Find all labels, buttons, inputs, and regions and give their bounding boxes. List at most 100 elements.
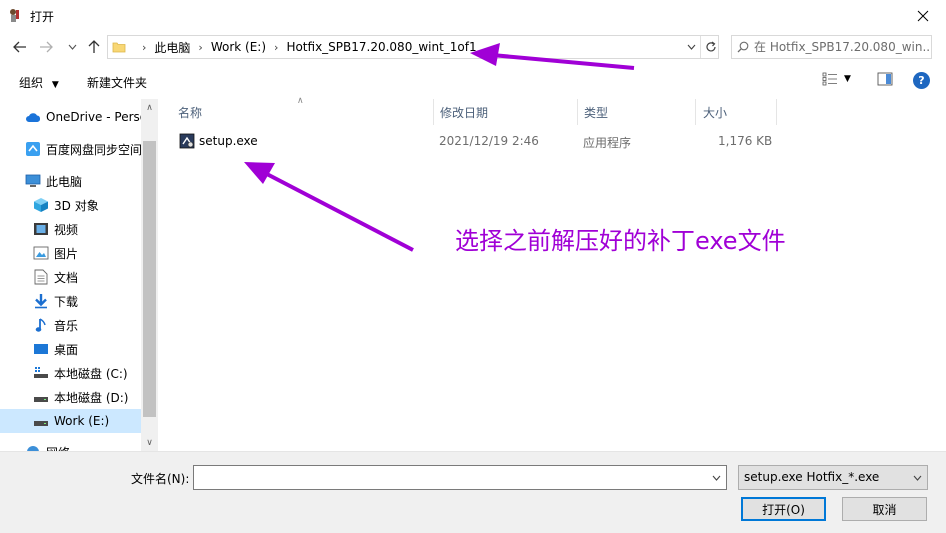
app-icon — [10, 9, 19, 22]
filename-combobox[interactable] — [193, 465, 727, 490]
setup-exe-icon — [179, 133, 195, 149]
breadcrumb-hotfix-folder[interactable]: Hotfix_SPB17.20.080_wint_1of1 — [286, 40, 476, 54]
back-button[interactable] — [10, 37, 30, 57]
drive-icon — [33, 389, 49, 405]
cancel-button[interactable]: 取消 — [842, 497, 927, 521]
file-type: 应用程序 — [583, 136, 632, 150]
address-history-button[interactable] — [682, 36, 700, 58]
cloud-icon — [25, 109, 41, 125]
sidebar-item-3d-objects[interactable]: 3D 对象 — [0, 193, 141, 217]
up-button[interactable] — [84, 37, 104, 57]
sidebar-item-documents[interactable]: 文档 — [0, 265, 141, 289]
navigation-bar: › 此电脑 › Work (E:) › Hotfix_SPB17.20.080_… — [0, 31, 946, 63]
chevron-down-icon — [913, 475, 921, 481]
table-row[interactable]: setup.exe 2021/12/19 2:46 应用程序 1,176 KB — [176, 130, 776, 152]
column-header-date[interactable]: 修改日期 — [420, 99, 564, 125]
sidebar-item-local-disk-d[interactable]: 本地磁盘 (D:) — [0, 385, 141, 409]
sidebar-item-network[interactable]: 网络 — [0, 440, 141, 451]
navigation-pane: OneDrive - Personal 百度网盘同步空间 此电脑 3D 对象 视… — [0, 99, 158, 451]
command-toolbar: 组织 ▼ 新建文件夹 ▼ ? — [0, 63, 946, 99]
file-type-filter-value: setup.exe Hotfix_*.exe — [744, 470, 880, 484]
close-button[interactable] — [900, 0, 946, 31]
download-icon — [33, 293, 49, 309]
scroll-down-button[interactable]: ∨ — [141, 434, 158, 451]
window-title: 打开 — [30, 10, 55, 24]
caret-down-icon: ▼ — [844, 74, 851, 84]
recent-locations-button[interactable] — [62, 37, 82, 57]
search-icon — [737, 41, 749, 53]
breadcrumb-this-pc[interactable]: 此电脑 — [154, 39, 190, 56]
sidebar-item-label: 本地磁盘 (D:) — [54, 390, 129, 405]
cube-icon — [33, 197, 49, 213]
chevron-up-icon: ∧ — [146, 102, 153, 113]
baidu-sync-icon — [25, 141, 41, 157]
scrollbar-thumb[interactable] — [143, 141, 156, 417]
computer-icon — [25, 173, 41, 189]
file-name: setup.exe — [199, 134, 258, 148]
sidebar-item-videos[interactable]: 视频 — [0, 217, 141, 241]
sidebar-item-work-e[interactable]: Work (E:) — [0, 409, 141, 433]
music-icon — [33, 317, 49, 333]
sidebar-item-label: 此电脑 — [46, 174, 83, 189]
sidebar-item-desktop[interactable]: 桌面 — [0, 337, 141, 361]
filename-input[interactable] — [194, 466, 704, 489]
organize-button[interactable]: 组织 ▼ — [19, 74, 59, 91]
sidebar-item-pictures[interactable]: 图片 — [0, 241, 141, 265]
chevron-down-icon — [68, 44, 76, 50]
search-input[interactable] — [732, 36, 931, 58]
filter-dropdown-button[interactable] — [907, 466, 927, 489]
sidebar-item-this-pc[interactable]: 此电脑 — [0, 169, 141, 193]
column-header-label: 大小 — [703, 105, 728, 120]
breadcrumb: › 此电脑 › Work (E:) › Hotfix_SPB17.20.080_… — [134, 36, 477, 58]
drive-icon — [33, 365, 49, 381]
arrow-up-icon — [88, 40, 100, 53]
file-type-filter[interactable]: setup.exe Hotfix_*.exe — [738, 465, 928, 490]
video-icon — [33, 221, 49, 237]
forward-button[interactable] — [36, 37, 56, 57]
drive-icon — [33, 413, 49, 429]
sidebar-item-label: 3D 对象 — [54, 198, 99, 213]
title-bar: 打开 — [0, 0, 946, 31]
chevron-right-icon: › — [142, 40, 147, 54]
picture-icon — [33, 245, 49, 261]
dialog-footer: 文件名(N): setup.exe Hotfix_*.exe 打开(O) 取消 — [0, 451, 946, 533]
sidebar-item-label: 下载 — [54, 294, 79, 309]
sidebar-scrollbar[interactable]: ∧ ∨ — [141, 99, 158, 451]
sidebar-item-label: Work (E:) — [54, 414, 110, 428]
column-header-size[interactable]: 大小 — [683, 99, 776, 125]
annotation-text: 选择之前解压好的补丁exe文件 — [455, 227, 786, 255]
sidebar-item-label: 视频 — [54, 222, 79, 237]
column-header-label: 名称 — [178, 105, 203, 120]
sidebar-item-downloads[interactable]: 下载 — [0, 289, 141, 313]
help-button[interactable]: ? — [913, 72, 930, 89]
search-box[interactable] — [731, 35, 932, 59]
change-view-button[interactable]: ▼ — [822, 72, 851, 86]
breadcrumb-work-drive[interactable]: Work (E:) — [211, 40, 266, 54]
chevron-right-icon: › — [198, 40, 203, 54]
preview-pane-icon — [877, 72, 893, 86]
column-header-type[interactable]: 类型 — [564, 99, 695, 125]
column-header-name[interactable]: 名称 — [158, 99, 433, 125]
close-icon — [917, 10, 929, 21]
preview-pane-button[interactable] — [877, 72, 893, 89]
new-folder-button[interactable]: 新建文件夹 — [87, 74, 147, 91]
scroll-up-button[interactable]: ∧ — [141, 99, 158, 116]
sidebar-item-music[interactable]: 音乐 — [0, 313, 141, 337]
sidebar-item-label: 百度网盘同步空间 — [46, 142, 141, 157]
organize-label: 组织 — [19, 76, 44, 90]
open-button[interactable]: 打开(O) — [741, 497, 826, 521]
address-bar[interactable]: › 此电脑 › Work (E:) › Hotfix_SPB17.20.080_… — [107, 35, 719, 59]
sidebar-item-onedrive[interactable]: OneDrive - Personal — [0, 105, 141, 129]
sidebar-item-label: 文档 — [54, 270, 79, 285]
sidebar-item-baidu-sync[interactable]: 百度网盘同步空间 — [0, 137, 141, 161]
sidebar-item-label: 音乐 — [54, 318, 79, 333]
sidebar-item-local-disk-c[interactable]: 本地磁盘 (C:) — [0, 361, 141, 385]
caret-down-icon: ▼ — [51, 80, 59, 90]
sidebar-item-label: 图片 — [54, 246, 79, 261]
refresh-button[interactable] — [700, 36, 720, 58]
filename-history-button[interactable] — [706, 466, 726, 489]
column-divider[interactable] — [776, 99, 777, 125]
chevron-right-icon: › — [274, 40, 279, 54]
file-size: 1,176 KB — [718, 134, 773, 148]
sidebar-item-label: 本地磁盘 (C:) — [54, 366, 128, 381]
